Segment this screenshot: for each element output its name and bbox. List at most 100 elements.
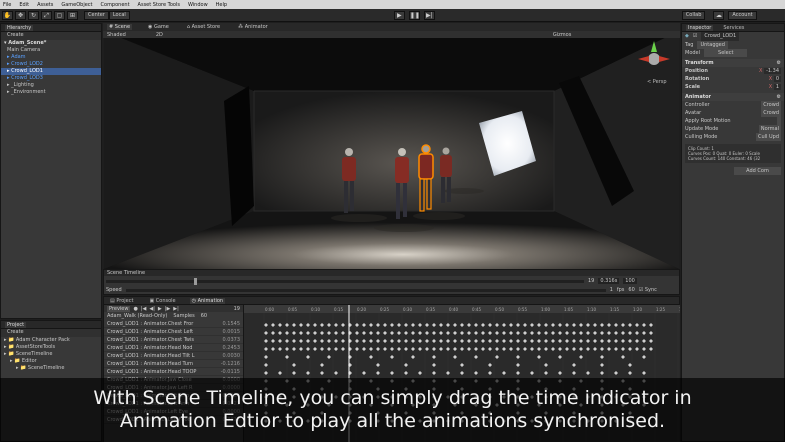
- gear-icon[interactable]: ⚙: [777, 59, 781, 67]
- tab-scene[interactable]: # Scene: [107, 24, 133, 30]
- object-name-field[interactable]: Crowd_LOD1: [701, 32, 740, 41]
- tab-inspector[interactable]: Inspector: [686, 24, 714, 31]
- project-create-button[interactable]: Create: [7, 329, 24, 335]
- hierarchy-item[interactable]: ▸ Crowd_LOD3: [1, 75, 101, 82]
- collab-button[interactable]: Collab: [681, 10, 706, 20]
- menu-window[interactable]: Window: [188, 2, 208, 8]
- animator-gear-icon[interactable]: ⚙: [777, 93, 781, 101]
- menu-gameobject[interactable]: GameObject: [61, 2, 92, 8]
- scale-tool-icon[interactable]: ⤢: [41, 10, 52, 20]
- gizmos-dropdown[interactable]: Gizmos: [553, 32, 571, 38]
- animation-property-row[interactable]: Crowd_LOD1 : Animator.Head Tilt L 0.0030: [104, 352, 243, 360]
- preview-button[interactable]: Preview: [107, 305, 131, 312]
- tab-project[interactable]: ▤ Project: [108, 298, 135, 304]
- cloud-icon[interactable]: ☁: [713, 10, 725, 20]
- timeline-slider[interactable]: [106, 277, 584, 285]
- tab-project-left[interactable]: Project: [5, 321, 27, 328]
- move-tool-icon[interactable]: ✥: [15, 10, 26, 20]
- animator-field-value[interactable]: Cull Upd: [755, 133, 781, 141]
- clip-dropdown[interactable]: Adam_Walk (Read-Only): [107, 313, 167, 319]
- shading-mode-dropdown[interactable]: Shaded: [107, 32, 126, 38]
- property-value[interactable]: 0.2453: [223, 344, 241, 351]
- animation-property-row[interactable]: Crowd_LOD1 : Animator.Chest Fror 0.1545: [104, 320, 243, 328]
- mode-2d-toggle[interactable]: 2D: [156, 32, 163, 38]
- animation-property-row[interactable]: Crowd_LOD1 : Animator.Chest Left 0.0015: [104, 328, 243, 336]
- transform-tool-icon[interactable]: ⊞: [67, 10, 78, 20]
- last-key-icon[interactable]: ▶|: [173, 306, 179, 312]
- hierarchy-scene-root[interactable]: ▾ Adam_Scene*: [1, 40, 101, 47]
- play-icon[interactable]: ▶: [393, 10, 405, 20]
- property-value[interactable]: -0.0115: [221, 368, 240, 375]
- property-value[interactable]: -0.1216: [221, 360, 240, 367]
- transform-value-field[interactable]: 1: [773, 84, 781, 90]
- property-value[interactable]: 0.0015: [223, 328, 241, 335]
- project-folder-item[interactable]: ▸ 📁 SceneTimeline: [1, 365, 101, 372]
- tag-dropdown[interactable]: Untagged: [697, 41, 728, 49]
- rect-tool-icon[interactable]: ▢: [54, 10, 65, 20]
- transform-header[interactable]: Transform ⚙: [682, 59, 784, 67]
- record-icon[interactable]: ●: [133, 306, 137, 312]
- project-folder-item[interactable]: ▸ 📁 AssetStoreTools: [1, 344, 101, 351]
- add-component-button[interactable]: Add Com: [734, 167, 781, 175]
- hierarchy-item[interactable]: ▸ _Environment: [1, 89, 101, 96]
- project-folder-item[interactable]: ▸ 📁 Editor: [1, 358, 101, 365]
- animator-header[interactable]: Animator ⚙: [682, 93, 784, 101]
- rotate-tool-icon[interactable]: ↻: [28, 10, 39, 20]
- animator-field-value[interactable]: Crowd: [761, 109, 781, 117]
- animation-property-row[interactable]: Crowd_LOD1 : Animator.Head Turn -0.1216: [104, 360, 243, 368]
- speed-value[interactable]: 1: [610, 287, 613, 293]
- samples-field[interactable]: 60: [201, 313, 207, 319]
- hand-tool-icon[interactable]: ✋: [2, 10, 13, 20]
- menu-help[interactable]: Help: [216, 2, 227, 8]
- persp-label[interactable]: < Persp: [647, 79, 667, 85]
- property-value[interactable]: 0.1545: [223, 320, 241, 327]
- hierarchy-create-button[interactable]: Create: [7, 32, 24, 38]
- timeline-slider-handle[interactable]: [194, 277, 197, 285]
- menu-asset-store-tools[interactable]: Asset Store Tools: [138, 2, 180, 8]
- menu-file[interactable]: File: [3, 2, 11, 8]
- play-anim-icon[interactable]: ▶: [158, 306, 162, 312]
- pause-icon[interactable]: ❚❚: [408, 10, 420, 20]
- animator-field-value[interactable]: [777, 117, 781, 125]
- transform-value-field[interactable]: -1.34: [764, 68, 781, 74]
- speed-slider[interactable]: [125, 288, 606, 292]
- animator-field-value[interactable]: Normal: [758, 125, 781, 133]
- first-key-icon[interactable]: |◀: [141, 306, 147, 312]
- animation-property-row[interactable]: Crowd_LOD1 : Animator.Head Nod 0.2453: [104, 344, 243, 352]
- anim-frame-field[interactable]: 19: [234, 306, 240, 312]
- hierarchy-item[interactable]: ▸ Crowd_LOD2: [1, 61, 101, 68]
- animation-property-row[interactable]: Crowd_LOD1 : Animator.Head TOOP -0.0115: [104, 368, 243, 376]
- animator-field-value[interactable]: Crowd: [761, 101, 781, 109]
- tab-services[interactable]: Services: [721, 25, 746, 31]
- model-select-button[interactable]: Select: [704, 49, 748, 57]
- property-value[interactable]: 0.0030: [223, 352, 241, 359]
- scene-viewport[interactable]: < Persp: [104, 31, 679, 269]
- tab-animation[interactable]: ◷ Animation: [189, 297, 226, 304]
- hierarchy-item[interactable]: ▸ Crowd_LOD1: [1, 68, 101, 75]
- sync-toggle[interactable]: ☑ Sync: [639, 287, 657, 293]
- hierarchy-item[interactable]: ▸ _Lighting: [1, 82, 101, 89]
- step-icon[interactable]: ▶|: [423, 10, 435, 20]
- property-value[interactable]: 0.0373: [223, 336, 241, 343]
- hierarchy-item[interactable]: ▸ Adam: [1, 54, 101, 61]
- prev-key-icon[interactable]: ◀|: [149, 306, 155, 312]
- pivot-center-toggle[interactable]: Center: [84, 10, 109, 20]
- animation-property-row[interactable]: Crowd_LOD1 : Animator.Chest Twis 0.0373: [104, 336, 243, 344]
- timeline-max-field[interactable]: 100: [623, 278, 637, 284]
- active-checkbox[interactable]: ☑: [693, 32, 697, 41]
- tab-console[interactable]: ▣ Console: [147, 298, 177, 304]
- timeline-time-field[interactable]: 0.316s: [598, 278, 620, 284]
- pivot-local-toggle[interactable]: Local: [108, 10, 130, 20]
- menu-assets[interactable]: Assets: [37, 2, 53, 8]
- fps-value[interactable]: 60: [628, 287, 634, 293]
- account-button[interactable]: Account: [728, 10, 757, 20]
- project-folder-item[interactable]: ▸ 📁 SceneTimeline: [1, 351, 101, 358]
- tab-animator[interactable]: ⁂ Animator: [236, 24, 270, 30]
- project-folder-item[interactable]: ▸ 📁 Adam Character Pack: [1, 337, 101, 344]
- menu-component[interactable]: Component: [101, 2, 130, 8]
- next-key-icon[interactable]: |▶: [165, 306, 171, 312]
- hierarchy-item[interactable]: Main Camera: [1, 47, 101, 54]
- tab-game[interactable]: ◉ Game: [146, 24, 171, 30]
- tab-asset-store[interactable]: ⌂ Asset Store: [185, 24, 222, 30]
- menu-edit[interactable]: Edit: [19, 2, 29, 8]
